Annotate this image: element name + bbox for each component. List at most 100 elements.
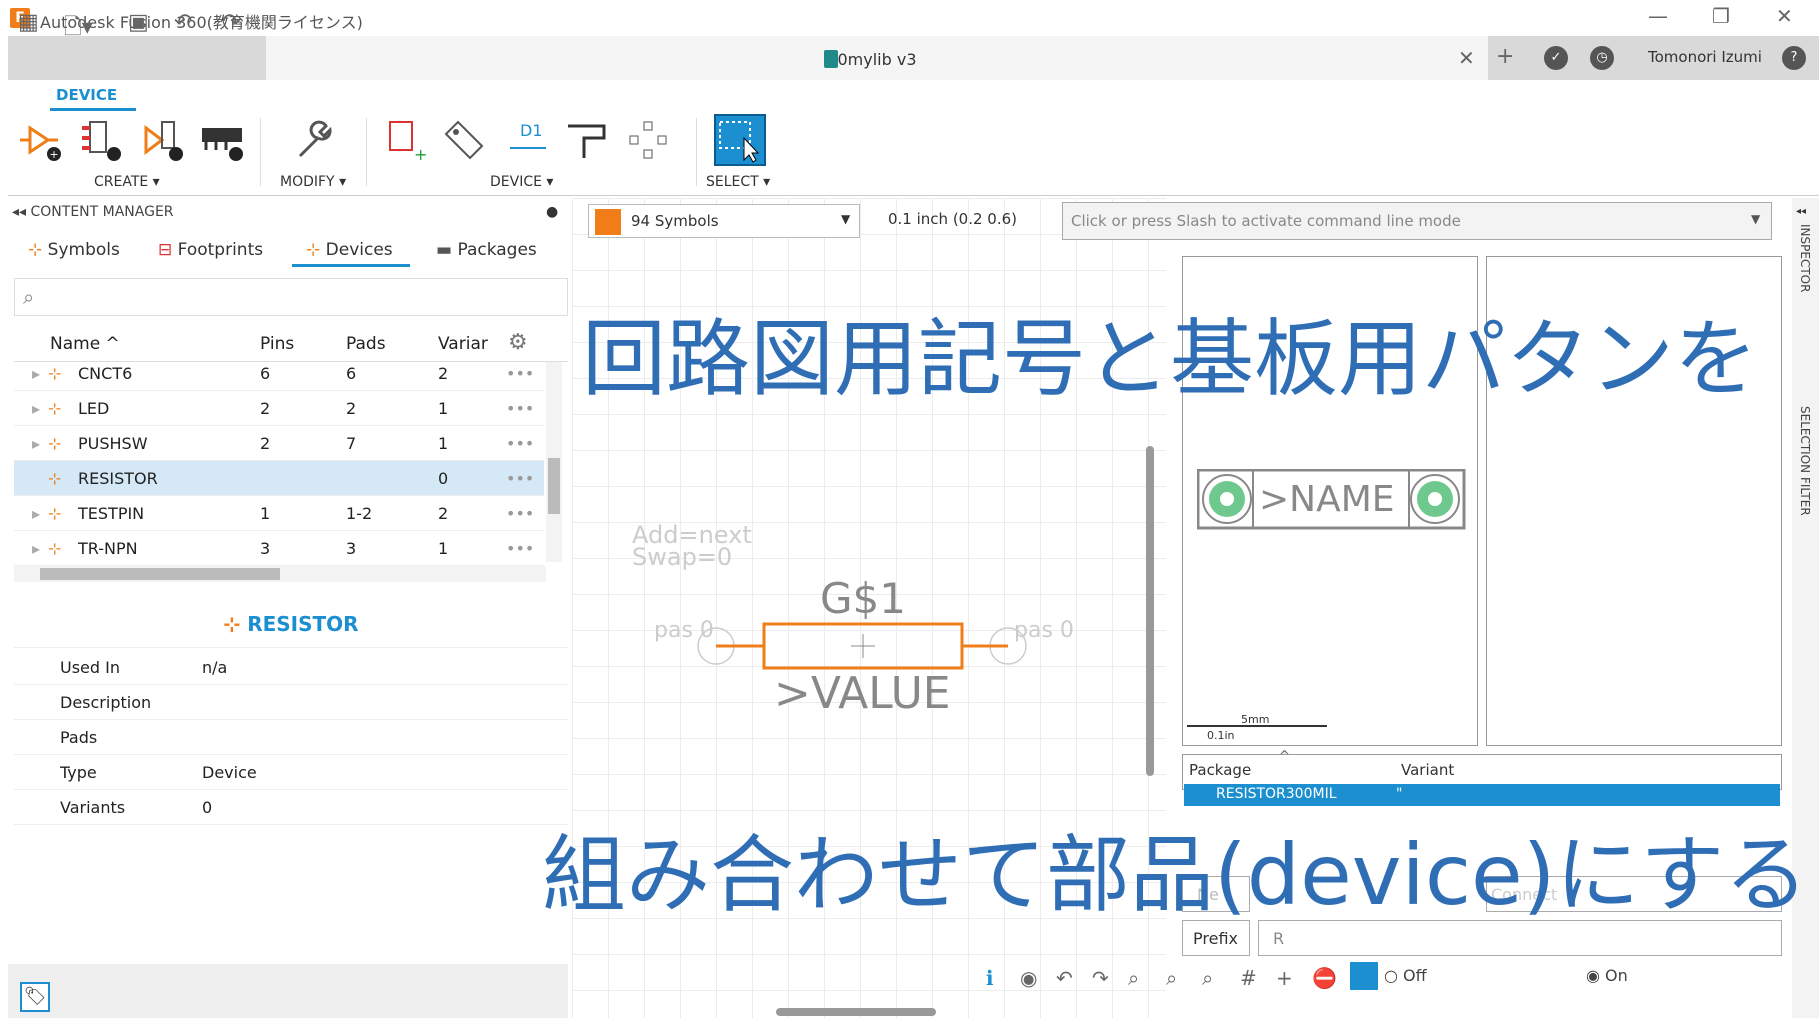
wrench-icon[interactable] [292,118,336,162]
row-variants: 1 [438,399,449,418]
command-line-input[interactable]: Click or press Slash to activate command… [1062,202,1772,240]
table-row[interactable]: ▸ ⊹ LED 2 2 1 ••• [14,391,544,426]
resistor-symbol[interactable] [690,616,1030,676]
table-row-selected[interactable]: ⊹ RESISTOR 0 ••• [14,461,544,496]
device-icon: ⊹ [48,539,62,558]
zoom-fit-icon[interactable]: ⌕ [1128,966,1139,990]
symbol-select[interactable]: 94 Symbols ▼ [588,204,860,238]
stop-icon[interactable]: ⛔ [1312,966,1337,990]
expand-icon[interactable]: ◂◂ [1796,206,1806,217]
job-status-icon[interactable]: ✓ [1544,46,1568,70]
select-group-label[interactable]: SELECT ▾ [706,174,770,190]
eye-icon[interactable]: ◉ [1020,966,1037,990]
row-menu-icon[interactable]: ••• [506,364,534,383]
tab-close-icon[interactable]: ✕ [1458,46,1475,70]
tab-packages[interactable]: ▬ Packages [436,240,537,260]
column-name[interactable]: Name ^ [50,334,120,354]
select-tool-icon[interactable] [1350,962,1378,990]
row-menu-icon[interactable]: ••• [506,469,534,488]
new-tab-icon[interactable]: + [1496,44,1514,69]
content-manager-header: ◂◂ CONTENT MANAGER [12,204,174,220]
row-menu-icon[interactable]: ••• [506,434,534,453]
search-input[interactable]: ⌕ [14,278,568,316]
redo-icon[interactable]: ↷ [222,10,240,35]
minimize-icon[interactable]: — [1648,4,1668,28]
gear-icon[interactable]: ⚙ [508,330,528,355]
panel-pin-icon[interactable]: ● [546,204,558,220]
expand-icon[interactable]: ▸ [32,539,40,558]
expand-icon[interactable]: ▸ [32,504,40,523]
device-group-label[interactable]: DEVICE ▾ [490,174,553,190]
file-icon[interactable]: 🗋▾ [64,10,93,48]
device-icon: ⊹ [48,504,62,523]
create-symbol-icon[interactable]: + [18,118,62,162]
chevron-down-icon[interactable]: ▼ [1751,212,1760,226]
column-variants[interactable]: Variar [438,334,488,354]
tab-devices[interactable]: ⊹ Devices [306,240,393,260]
tab-footprints[interactable]: ⊟ Footprints [158,240,263,260]
user-name[interactable]: Tomonori Izumi [1648,48,1762,66]
apps-grid-icon[interactable]: ▦ [18,10,39,35]
expand-icon[interactable]: ▸ [32,434,40,453]
column-pins[interactable]: Pins [260,334,294,354]
zoom-out-icon[interactable]: ⌕ [1166,966,1177,990]
undo-icon[interactable]: ↶ [174,10,192,35]
device-icon: ⊹ [48,399,62,418]
tab-device[interactable]: DEVICE [56,86,117,104]
off-radio[interactable]: ○ Off [1384,966,1427,985]
detail-row: Type Device [14,755,568,790]
add-icon[interactable]: + [1276,966,1293,990]
select-window-button[interactable] [714,114,766,166]
column-pads[interactable]: Pads [346,334,386,354]
row-pads: 3 [346,539,357,558]
create-package-icon[interactable] [200,118,244,162]
on-radio[interactable]: ◉ On [1586,966,1628,985]
create-group-label[interactable]: CREATE ▾ [94,174,160,190]
expand-icon[interactable]: ▸ [32,364,40,383]
scrollbar-thumb[interactable] [548,458,560,514]
zoom-in-icon[interactable]: ⌕ [1202,966,1213,990]
column-variant[interactable]: Variant [1401,761,1454,779]
modify-group-label[interactable]: MODIFY ▾ [280,174,346,190]
table-row[interactable]: ▸ ⊹ CNCT6 6 6 2 ••• [14,356,544,391]
group-icon[interactable] [626,118,670,162]
undo-icon[interactable]: ↶ [1056,966,1073,990]
name-label-icon[interactable]: D1 [506,118,550,162]
restore-icon[interactable]: ❐ [1712,4,1730,28]
vertical-scrollbar[interactable] [546,362,562,562]
connect-icon[interactable] [564,118,608,162]
scrollbar-thumb[interactable] [40,568,280,580]
scale-mm: 5mm [1241,713,1270,726]
canvas-hscrollbar[interactable] [776,1008,936,1016]
package-row-selected[interactable]: RESISTOR300MIL " [1184,784,1780,806]
clock-icon[interactable]: ◷ [1590,46,1614,70]
create-footprint-icon[interactable] [78,118,122,162]
document-tab[interactable]: 0mylib v3 ✕ [266,36,1488,80]
expand-icon[interactable]: ▸ [32,399,40,418]
selection-filter-tab[interactable]: SELECTION FILTER [1798,406,1812,516]
row-menu-icon[interactable]: ••• [506,539,534,558]
grid-icon[interactable]: # [1240,966,1257,990]
table-row[interactable]: ▸ ⊹ TR-NPN 3 3 1 ••• [14,531,544,566]
create-device-icon[interactable] [140,118,184,162]
collapse-icon[interactable]: ◂◂ [12,204,31,220]
close-icon[interactable]: ✕ [1776,4,1793,28]
horizontal-scrollbar[interactable] [14,566,546,582]
tag-icon[interactable]: 🏷 [20,982,50,1012]
inspector-tab[interactable]: INSPECTOR [1798,224,1812,292]
info-icon[interactable]: ℹ [986,966,994,990]
tab-symbols[interactable]: ⊹ Symbols [28,240,120,260]
redo-icon[interactable]: ↷ [1092,966,1109,990]
column-package[interactable]: Package [1189,761,1251,779]
attribute-tag-icon[interactable] [442,118,486,162]
row-menu-icon[interactable]: ••• [506,399,534,418]
row-menu-icon[interactable]: ••• [506,504,534,523]
save-icon[interactable]: ▣ [128,10,149,35]
help-icon[interactable]: ? [1782,46,1806,70]
detail-row: Description [14,685,568,720]
canvas-scrollbar[interactable] [1146,446,1154,776]
grid-info: 0.1 inch (0.2 0.6) [888,210,1018,228]
add-gate-icon[interactable]: + [384,118,428,162]
table-row[interactable]: ▸ ⊹ TESTPIN 1 1-2 2 ••• [14,496,544,531]
table-row[interactable]: ▸ ⊹ PUSHSW 2 7 1 ••• [14,426,544,461]
